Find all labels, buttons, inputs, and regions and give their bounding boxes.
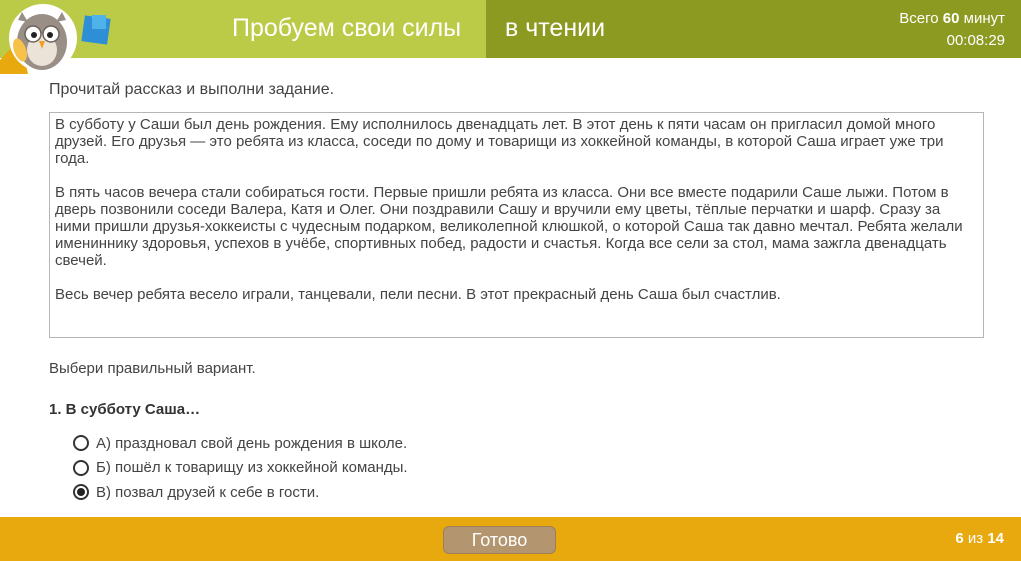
radio-selected-dot: [77, 488, 85, 497]
answer-option-label: В) позвал друзей к себе в гости.: [96, 483, 320, 501]
radio-button[interactable]: [73, 435, 89, 452]
question-text: 1. В субботу Саша…: [49, 401, 201, 418]
radio-button[interactable]: [73, 459, 89, 476]
timer-total: Всего 60 минут: [899, 10, 1005, 27]
radio-button-selected[interactable]: [73, 484, 89, 501]
answer-option-label: Б) пошёл к товарищу из хоккейной команды…: [96, 459, 408, 477]
answer-options: А) праздновал свой день рождения в школе…: [73, 431, 408, 505]
story-paragraph: Весь вечер ребята весело играли, танцева…: [55, 286, 781, 303]
footer: Готово 6 из 14: [0, 517, 1021, 561]
answer-option-b[interactable]: Б) пошёл к товарищу из хоккейной команды…: [73, 456, 408, 481]
done-button[interactable]: Готово: [443, 526, 556, 554]
test-title: Пробуем свои силы: [232, 14, 462, 42]
owl-logo-icon: [0, 4, 111, 74]
answer-option-label: А) праздновал свой день рождения в школе…: [96, 434, 408, 452]
answer-option-c[interactable]: В) позвал друзей к себе в гости.: [73, 480, 408, 505]
page-counter: 6 из 14: [955, 530, 1004, 547]
test-subject: в чтении: [505, 14, 606, 42]
answer-option-a[interactable]: А) праздновал свой день рождения в школе…: [73, 431, 408, 456]
header: Пробуем свои силы в чтении Всего 60 мину…: [0, 0, 1021, 58]
story-text-box[interactable]: В субботу у Саши был день рождения. Ему …: [49, 112, 984, 338]
choose-prompt: Выбери правильный вариант.: [49, 360, 256, 377]
timer: Всего 60 минут 00:08:29: [899, 8, 1005, 52]
story-paragraph: В пять часов вечера стали собираться гос…: [55, 184, 963, 269]
story-paragraph: В субботу у Саши был день рождения. Ему …: [55, 116, 944, 167]
header-subject-panel: в чтении Всего 60 минут 00:08:29: [486, 0, 1021, 58]
instruction-text: Прочитай рассказ и выполни задание.: [49, 81, 335, 98]
timer-elapsed: 00:08:29: [946, 32, 1005, 49]
